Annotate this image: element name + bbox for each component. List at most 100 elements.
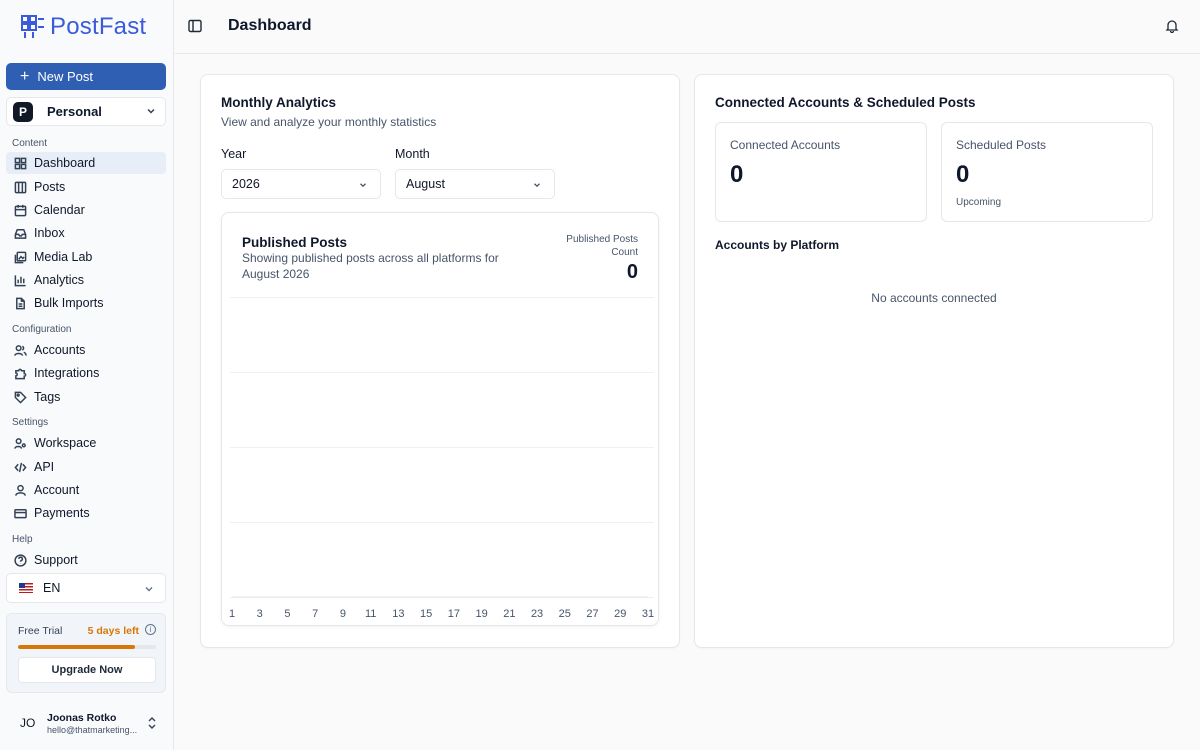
count-label: Published Posts Count xyxy=(566,234,638,258)
chart-description: Showing published posts across all platf… xyxy=(242,251,499,281)
month-label: Month xyxy=(395,147,430,161)
sidebar-item-label: Support xyxy=(34,553,78,567)
year-select[interactable]: 2026 xyxy=(221,169,381,199)
user-menu[interactable]: JO Joonas Rotko hello@thatmarketing... xyxy=(0,705,174,745)
tag-icon xyxy=(13,390,27,404)
month-value: August xyxy=(406,177,445,191)
sidebar-item-label: Posts xyxy=(34,180,66,194)
connected-accounts-stat: Connected Accounts 0 xyxy=(715,122,927,222)
user-icon xyxy=(13,483,27,497)
year-value: 2026 xyxy=(232,177,260,191)
x-tick-label: 7 xyxy=(312,608,318,620)
accounts-by-platform-label: Accounts by Platform xyxy=(715,238,840,252)
file-icon xyxy=(13,296,27,310)
postfast-logo-icon xyxy=(21,15,44,38)
sidebar-item-label: Payments xyxy=(34,506,90,520)
workspace-switcher[interactable]: P Personal xyxy=(6,97,166,126)
scheduled-posts-value: 0 xyxy=(956,161,970,188)
x-tick-label: 11 xyxy=(365,608,376,620)
bell-icon[interactable] xyxy=(1165,19,1179,33)
published-posts-chart: 1 3 5 7 9 11 13 15 17 19 21 23 25 27 29 31 xyxy=(229,297,654,620)
bar-chart-icon xyxy=(13,273,27,287)
connected-accounts-card: Connected Accounts & Scheduled Posts Con… xyxy=(694,74,1174,648)
brand-logo[interactable]: PostFast xyxy=(20,12,146,42)
x-tick-label: 25 xyxy=(559,608,571,620)
top-header: Dashboard xyxy=(175,0,1200,54)
x-tick-label: 3 xyxy=(257,608,263,620)
sidebar-item-analytics[interactable]: Analytics xyxy=(6,269,166,291)
workspace-name: Personal xyxy=(47,104,102,119)
x-tick-label: 27 xyxy=(586,608,598,620)
chevron-down-icon xyxy=(360,183,366,188)
sidebar-item-inbox[interactable]: Inbox xyxy=(6,222,166,244)
info-icon[interactable]: i xyxy=(145,624,156,635)
x-tick-label: 29 xyxy=(614,608,626,620)
x-tick-label: 1 xyxy=(229,608,235,620)
x-tick-label: 31 xyxy=(642,608,654,620)
brand-name: PostFast xyxy=(50,13,147,40)
calendar-icon xyxy=(13,203,27,217)
sidebar-item-label: Tags xyxy=(34,390,61,404)
sidebar-item-label: Calendar xyxy=(34,203,85,217)
x-tick-label: 9 xyxy=(340,608,346,620)
sidebar-item-label: Inbox xyxy=(34,226,65,240)
x-tick-label: 23 xyxy=(531,608,543,620)
sidebar-item-account[interactable]: Account xyxy=(6,479,166,501)
section-label-help: Help xyxy=(12,534,33,545)
free-trial-panel: Free Trial 5 days left i Upgrade Now xyxy=(6,613,166,693)
sidebar-item-dashboard[interactable]: Dashboard xyxy=(6,152,166,174)
monthly-analytics-card: Monthly Analytics View and analyze your … xyxy=(200,74,680,648)
sidebar-item-bulk-imports[interactable]: Bulk Imports xyxy=(6,292,166,314)
sidebar-toggle-icon[interactable] xyxy=(188,19,202,33)
code-icon xyxy=(13,460,27,474)
sidebar-item-accounts[interactable]: Accounts xyxy=(6,339,166,361)
language-select[interactable]: EN xyxy=(6,573,166,603)
x-tick-label: 21 xyxy=(503,608,515,620)
connected-accounts-value: 0 xyxy=(730,161,744,188)
no-accounts-message: No accounts connected xyxy=(871,291,997,305)
sidebar: PostFast + New Post P Personal Content D… xyxy=(0,0,174,750)
sidebar-item-media-lab[interactable]: Media Lab xyxy=(6,246,166,268)
credit-card-icon xyxy=(13,506,27,520)
chevron-down-icon xyxy=(147,108,155,114)
x-tick-label: 15 xyxy=(420,608,432,620)
trial-days-left: 5 days left xyxy=(87,625,139,637)
puzzle-icon xyxy=(13,366,27,380)
sidebar-item-label: Dashboard xyxy=(34,156,96,170)
month-select[interactable]: August xyxy=(395,169,555,199)
accounts-title: Connected Accounts & Scheduled Posts xyxy=(715,95,976,110)
sidebar-item-label: Account xyxy=(34,483,80,497)
user-name: Joonas Rotko xyxy=(47,712,117,724)
language-value: EN xyxy=(43,581,61,595)
sidebar-item-calendar[interactable]: Calendar xyxy=(6,199,166,221)
sidebar-item-integrations[interactable]: Integrations xyxy=(6,362,166,384)
sidebar-item-api[interactable]: API xyxy=(6,456,166,478)
year-label: Year xyxy=(221,147,247,161)
sidebar-item-posts[interactable]: Posts xyxy=(6,176,166,198)
grid-icon xyxy=(13,156,27,170)
page-title: Dashboard xyxy=(228,17,312,34)
trial-label: Free Trial xyxy=(18,625,63,637)
sidebar-item-tags[interactable]: Tags xyxy=(6,386,166,408)
help-circle-icon xyxy=(13,553,27,567)
sidebar-item-label: Accounts xyxy=(34,343,86,357)
sidebar-item-label: Media Lab xyxy=(34,250,93,264)
x-tick-label: 13 xyxy=(392,608,404,620)
published-posts-chart-card: Published Posts Showing published posts … xyxy=(221,212,659,626)
sidebar-item-label: Bulk Imports xyxy=(34,296,104,310)
workspace-icon xyxy=(13,436,27,450)
scheduled-posts-stat: Scheduled Posts 0 Upcoming xyxy=(941,122,1153,222)
count-value: 0 xyxy=(626,261,638,283)
chevron-down-icon xyxy=(534,183,540,188)
workspace-badge: P xyxy=(13,101,33,122)
scheduled-posts-label: Scheduled Posts xyxy=(956,138,1047,152)
sidebar-item-workspace[interactable]: Workspace xyxy=(6,432,166,454)
sidebar-item-payments[interactable]: Payments xyxy=(6,502,166,524)
columns-icon xyxy=(13,180,27,194)
sidebar-item-support[interactable]: Support xyxy=(6,549,166,571)
new-post-button[interactable]: + New Post xyxy=(6,63,166,90)
users-icon xyxy=(13,343,27,357)
section-label-configuration: Configuration xyxy=(12,324,72,335)
upgrade-now-button[interactable]: Upgrade Now xyxy=(18,657,156,683)
connected-accounts-label: Connected Accounts xyxy=(730,138,841,152)
